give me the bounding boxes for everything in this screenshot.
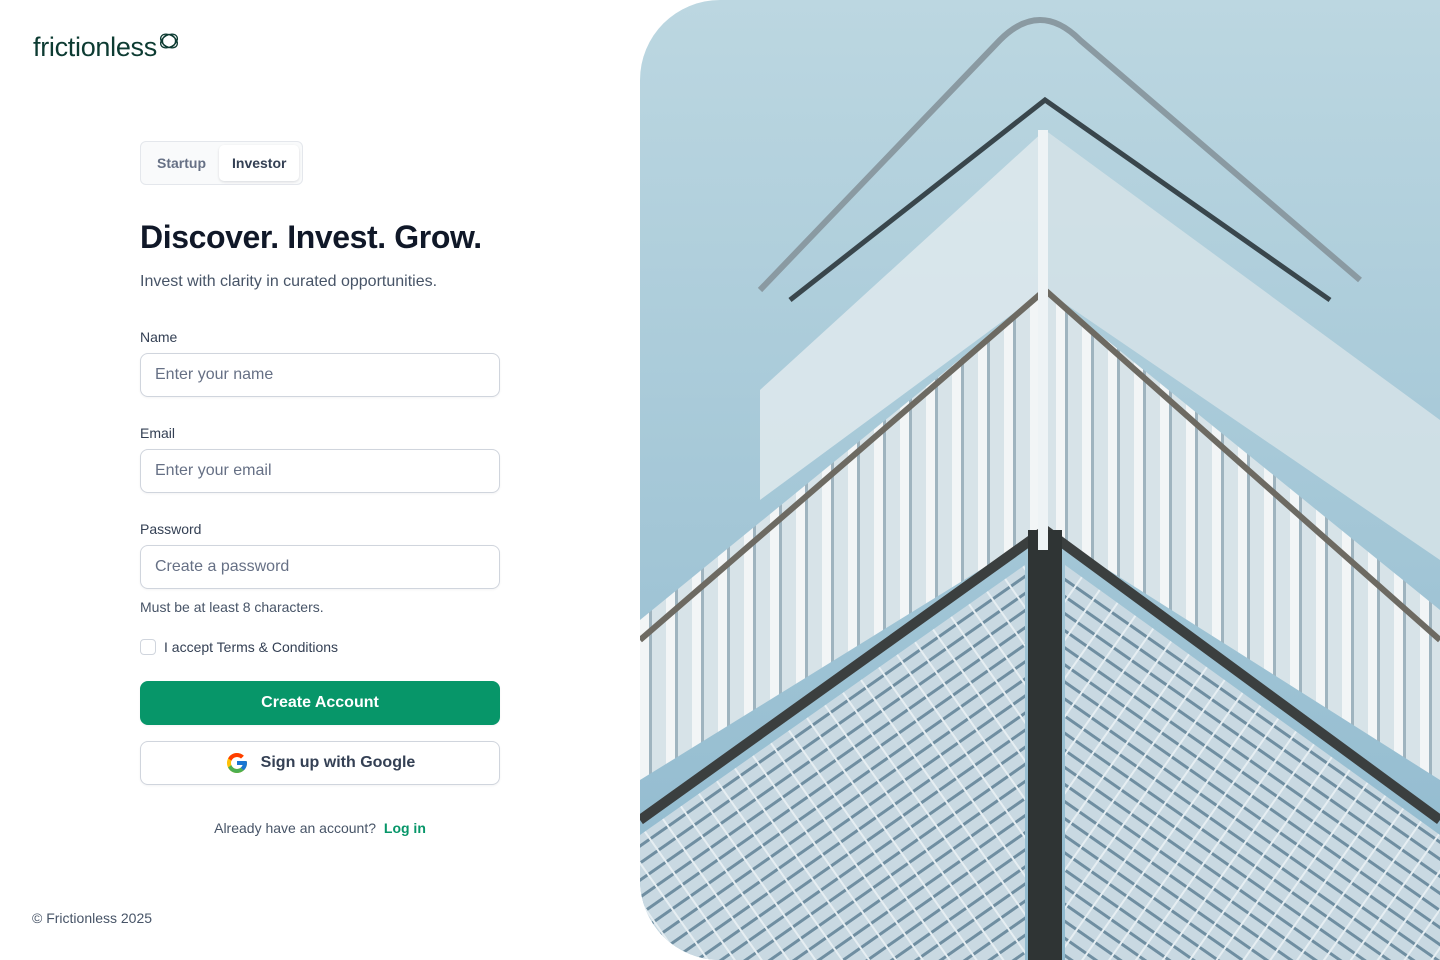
password-field-group: Password Must be at least 8 characters. bbox=[140, 519, 500, 617]
brand-name: frictionless bbox=[33, 32, 157, 62]
google-icon bbox=[226, 753, 247, 773]
email-field-group: Email bbox=[140, 423, 500, 493]
login-prompt-row: Already have an account? Log in bbox=[140, 818, 500, 838]
google-signup-button[interactable]: Sign up with Google bbox=[140, 741, 500, 785]
terms-row: I accept Terms & Conditions bbox=[140, 637, 500, 657]
account-type-tabs: Startup Investor bbox=[140, 141, 304, 185]
password-input[interactable] bbox=[140, 545, 500, 589]
google-button-label: Sign up with Google bbox=[260, 754, 416, 771]
logo-orbit-icon bbox=[159, 33, 178, 49]
terms-label[interactable]: I accept Terms & Conditions bbox=[164, 637, 338, 657]
hero-image bbox=[640, 0, 1440, 960]
email-input[interactable] bbox=[140, 449, 500, 493]
building-photo bbox=[640, 0, 1440, 960]
signup-form: Startup Investor Discover. Invest. Grow.… bbox=[140, 141, 500, 838]
password-label: Password bbox=[140, 521, 202, 537]
tab-investor[interactable]: Investor bbox=[219, 145, 300, 181]
page-title: Discover. Invest. Grow. bbox=[140, 219, 482, 255]
login-prompt: Already have an account? bbox=[214, 820, 376, 836]
copyright: © Frictionless 2025 bbox=[32, 910, 153, 926]
tab-startup[interactable]: Startup bbox=[144, 145, 219, 181]
password-hint: Must be at least 8 characters. bbox=[140, 599, 324, 615]
page-subtitle: Invest with clarity in curated opportuni… bbox=[140, 273, 438, 290]
brand-logo[interactable]: frictionless bbox=[33, 28, 181, 66]
terms-checkbox[interactable] bbox=[140, 639, 156, 655]
name-input[interactable] bbox=[140, 353, 500, 397]
name-field-group: Name bbox=[140, 327, 500, 397]
create-account-button[interactable]: Create Account bbox=[140, 681, 500, 725]
login-link[interactable]: Log in bbox=[384, 820, 426, 836]
email-label: Email bbox=[140, 425, 176, 441]
name-label: Name bbox=[140, 329, 178, 345]
